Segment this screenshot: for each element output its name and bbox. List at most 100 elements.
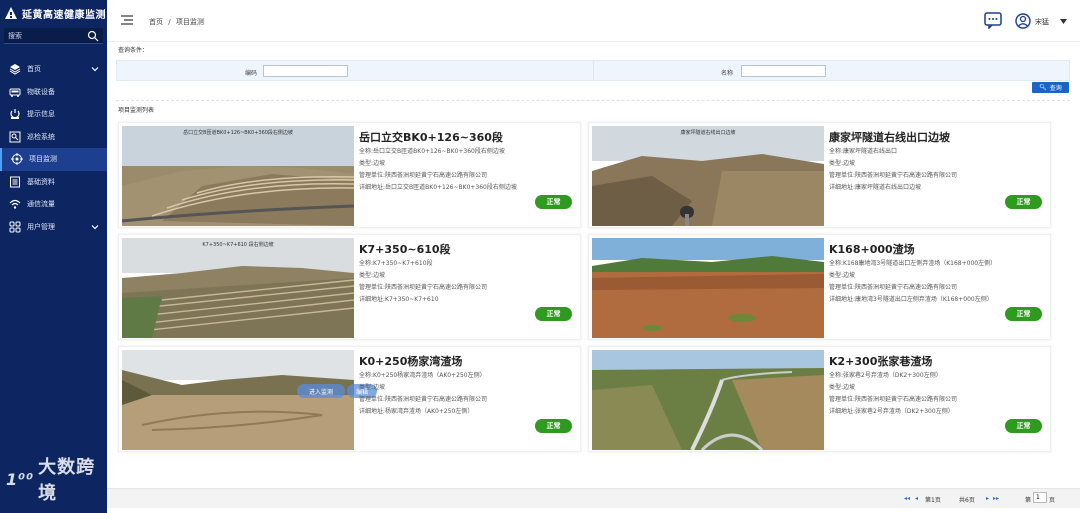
goto-suffix: 页 xyxy=(1049,497,1056,504)
sidebar-item-home[interactable]: 首页 xyxy=(0,58,107,81)
card-type: 类型:边坡 xyxy=(359,160,386,167)
svg-text:康家坪隧道右线出口边坡: 康家坪隧道右线出口边坡 xyxy=(680,129,735,136)
card-title[interactable]: 岳口立交BK0+126~360段 xyxy=(359,129,503,145)
query-title: 查询条件： xyxy=(118,47,149,54)
status-badge[interactable]: 正常 xyxy=(535,307,572,321)
total-pages: 共6页 xyxy=(959,497,975,504)
search-button[interactable]: 🔍︎ 查询 xyxy=(1032,82,1069,93)
project-card[interactable]: 康家坪隧道右线出口边坡 康家坪隧道右线出口边坡 全称:康家坪隧道右线出口 类型:… xyxy=(588,122,1051,228)
svg-text:K7+350~K7+610 段右侧边坡: K7+350~K7+610 段右侧边坡 xyxy=(202,241,273,248)
card-full-name: 全称:康家坪隧道右线出口 xyxy=(829,148,898,155)
spoil-ground-photo xyxy=(592,238,824,338)
menu-toggle-icon[interactable] xyxy=(121,15,133,25)
sidebar-nav: 首页 物联设备 提示信息 巡检系统 项目监测 基础资料 通信流量 用户管理 xyxy=(0,58,107,238)
divider xyxy=(116,100,1070,101)
message-icon[interactable] xyxy=(984,12,1002,29)
name-label: 名称 xyxy=(721,70,734,77)
card-title[interactable]: K2+300张家巷渣场 xyxy=(829,353,932,369)
sidebar-item-devices[interactable]: 物联设备 xyxy=(0,81,107,104)
app-logo: 延黄高速健康监测 xyxy=(0,0,107,26)
card-full-name: 全称:K168康地湾3号隧道出口左侧弃渣场（K168+000左侧） xyxy=(829,260,997,267)
sidebar-search[interactable]: 搜索 xyxy=(4,28,103,44)
project-photo[interactable]: K7+350~K7+610 段右侧边坡 xyxy=(122,238,354,338)
alert-icon xyxy=(9,109,20,120)
project-photo[interactable]: 岳口立交B匝道BK0+126~BK0+360段右侧边坡 xyxy=(122,126,354,226)
enter-monitor-button[interactable]: 进入监测 xyxy=(297,384,345,398)
target-icon xyxy=(10,153,23,166)
project-photo[interactable] xyxy=(592,238,824,338)
watermark: 1⁰⁰ 大数跨境 xyxy=(6,453,107,505)
app-title: 延黄高速健康监测 xyxy=(22,9,106,21)
status-badge[interactable]: 正常 xyxy=(535,419,572,433)
search-label: 搜索 xyxy=(8,31,22,40)
sidebar-item-project-monitor[interactable]: 项目监测 xyxy=(0,148,107,171)
user-name[interactable]: 宋猛 xyxy=(1035,17,1049,27)
caret-down-icon[interactable] xyxy=(1060,19,1067,24)
sidebar: 延黄高速健康监测 搜索 首页 物联设备 提示信息 巡检系统 项目监测 基础资料 xyxy=(0,0,107,513)
first-page-button[interactable]: ◂◂ xyxy=(904,495,910,502)
card-title[interactable]: 康家坪隧道右线出口边坡 xyxy=(829,129,950,145)
next-page-button[interactable]: ▸ xyxy=(986,495,989,502)
code-label: 编码 xyxy=(245,70,258,77)
highway-aerial-photo xyxy=(592,350,824,450)
status-badge[interactable]: 正常 xyxy=(1005,307,1042,321)
spoil-ground-photo xyxy=(122,350,354,450)
tunnel-photo: 康家坪隧道右线出口边坡 xyxy=(592,126,824,226)
project-photo[interactable] xyxy=(122,350,354,450)
status-badge[interactable]: 正常 xyxy=(535,195,572,209)
project-card[interactable]: K168+000渣场 全称:K168康地湾3号隧道出口左侧弃渣场（K168+00… xyxy=(588,234,1051,340)
avatar-icon[interactable] xyxy=(1015,13,1031,29)
card-title[interactable]: K168+000渣场 xyxy=(829,241,915,257)
pagination: ◂◂ ◂ 第1页 共6页 ▸ ▸▸ 第 页 xyxy=(107,488,1080,508)
grid-icon xyxy=(9,221,20,233)
road-logo-icon xyxy=(5,7,17,19)
card-full-name: 全称:K0+250杨家湾弃渣场（AK0+250左侧） xyxy=(359,372,486,379)
breadcrumb-current: 项目监测 xyxy=(175,18,204,26)
last-page-button[interactable]: ▸▸ xyxy=(993,495,999,502)
code-input[interactable] xyxy=(263,65,348,77)
watermark-logo: 1⁰⁰ xyxy=(6,469,35,489)
search-icon[interactable] xyxy=(87,30,99,42)
sidebar-item-inspection[interactable]: 巡检系统 xyxy=(0,126,107,149)
prev-page-button[interactable]: ◂ xyxy=(915,495,918,502)
sidebar-item-alerts[interactable]: 提示信息 xyxy=(0,103,107,126)
status-badge[interactable]: 正常 xyxy=(1005,419,1042,433)
card-title[interactable]: K7+350~610段 xyxy=(359,241,451,257)
chevron-down-icon xyxy=(91,224,99,229)
card-address: 详细地址:岳口立交B匝道BK0+126~BK0+360段右侧边坡 xyxy=(359,184,517,191)
wifi-icon xyxy=(9,200,20,209)
project-photo[interactable] xyxy=(592,350,824,450)
sidebar-item-documents[interactable]: 基础资料 xyxy=(0,171,107,194)
card-unit: 管理单位:陕西荟洲坝延黄宁石高速公路有限公司 xyxy=(359,396,488,403)
project-card[interactable]: 进入监测 编辑 K0+250杨家湾渣场 全称:K0+250杨家湾弃渣场（AK0+… xyxy=(118,346,581,452)
goto-label: 第 xyxy=(1025,497,1032,504)
project-card[interactable]: K2+300张家巷渣场 全称:张家巷2号弃渣场（DK2+300左侧） 类型:边坡… xyxy=(588,346,1051,452)
card-type: 类型:边坡 xyxy=(359,384,386,391)
watermark-text: 大数跨境 xyxy=(38,457,96,504)
goto-page-input[interactable] xyxy=(1033,492,1047,503)
slope-photo: 岳口立交B匝道BK0+126~BK0+360段右侧边坡 xyxy=(122,126,354,226)
card-type: 类型:边坡 xyxy=(829,384,856,391)
card-title[interactable]: K0+250杨家湾渣场 xyxy=(359,353,462,369)
project-photo[interactable]: 康家坪隧道右线出口边坡 xyxy=(592,126,824,226)
search-button-icon: 🔍︎ xyxy=(1039,85,1047,91)
card-unit: 管理单位:陕西荟洲坝延黄宁石高速公路有限公司 xyxy=(359,284,488,291)
status-badge[interactable]: 正常 xyxy=(1005,195,1042,209)
card-address: 详细地址:K7+350~K7+610 xyxy=(359,296,439,303)
card-address: 详细地址:康家坪隧道右线出口边坡 xyxy=(829,184,922,191)
breadcrumb-home[interactable]: 首页 xyxy=(149,18,163,26)
card-type: 类型:边坡 xyxy=(829,160,856,167)
project-card[interactable]: K7+350~K7+610 段右侧边坡 K7+350~610段 全称:K7+35… xyxy=(118,234,581,340)
card-full-name: 全称:岳口立交B匝道BK0+126~BK0+360段右侧边坡 xyxy=(359,148,505,155)
card-unit: 管理单位:陕西荟洲坝延黄宁石高速公路有限公司 xyxy=(829,396,958,403)
sidebar-item-traffic[interactable]: 通信流量 xyxy=(0,193,107,216)
card-full-name: 全称:张家巷2号弃渣场（DK2+300左侧） xyxy=(829,372,942,379)
slope-photo: K7+350~K7+610 段右侧边坡 xyxy=(122,238,354,338)
card-unit: 管理单位:陕西荟洲坝延黄宁石高速公路有限公司 xyxy=(359,172,488,179)
card-unit: 管理单位:陕西荟洲坝延黄宁石高速公路有限公司 xyxy=(829,172,958,179)
layers-icon xyxy=(9,64,20,75)
breadcrumb: 首页 / 项目监测 xyxy=(149,17,207,27)
project-card[interactable]: 岳口立交B匝道BK0+126~BK0+360段右侧边坡 岳口立交BK0+126~… xyxy=(118,122,581,228)
name-input[interactable] xyxy=(741,65,826,77)
sidebar-item-users[interactable]: 用户管理 xyxy=(0,216,107,239)
